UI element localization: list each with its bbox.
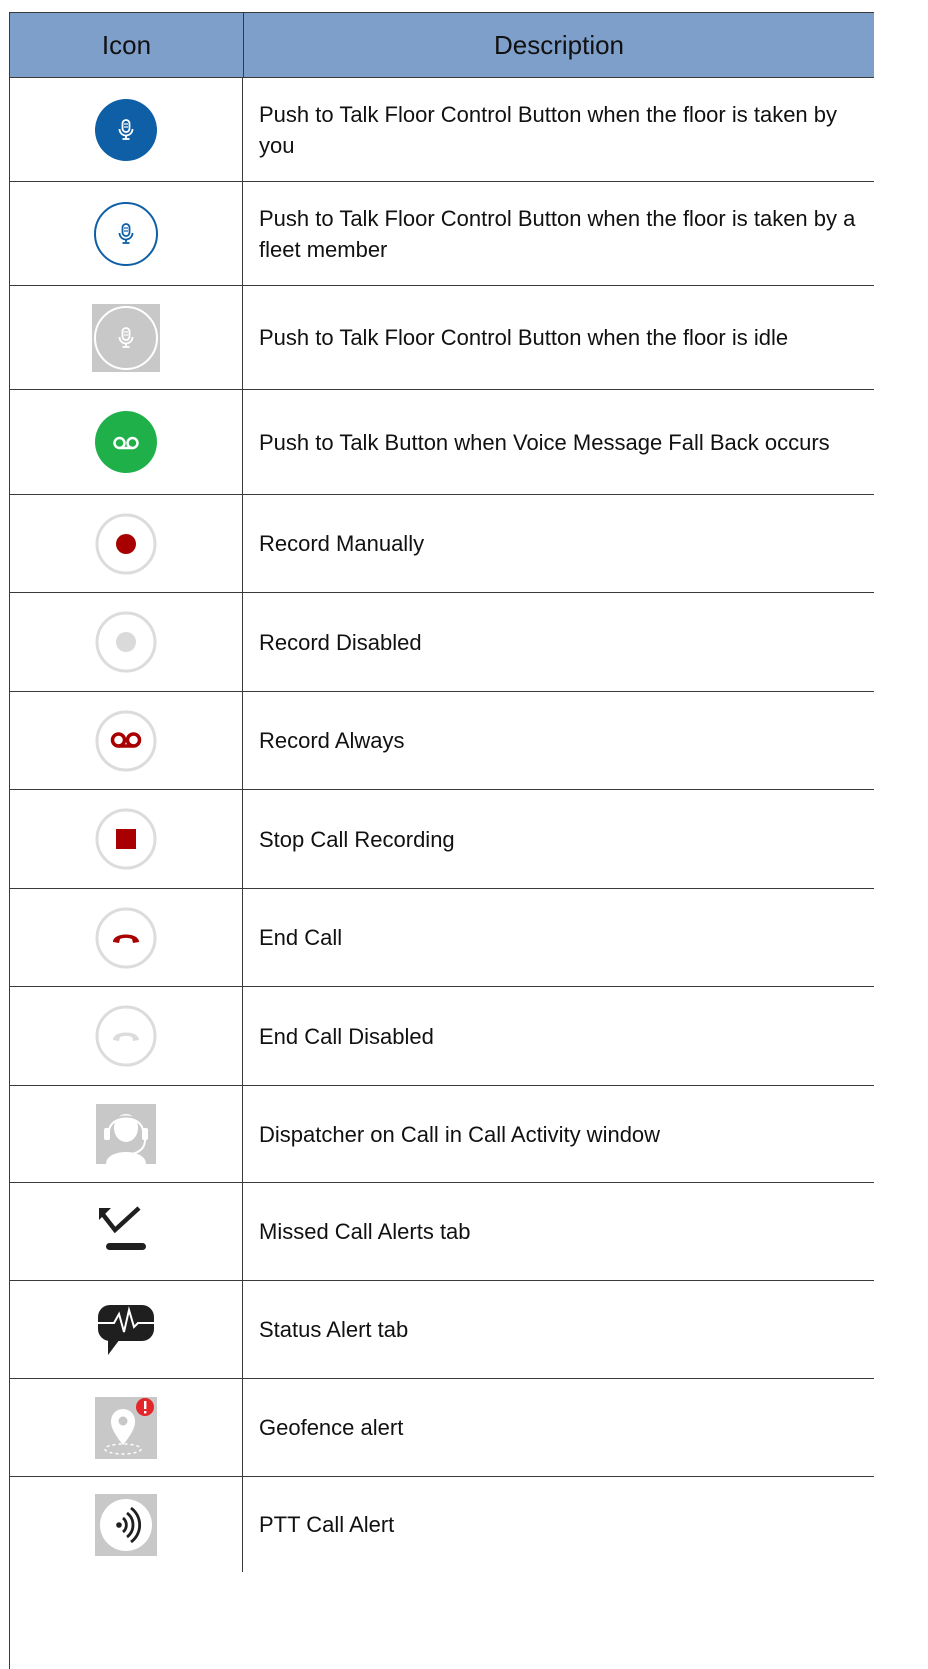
- end-call-disabled-icon: [95, 1005, 157, 1067]
- row-description: Push to Talk Floor Control Button when t…: [259, 101, 838, 158]
- ptt-call-alert-icon: [95, 1493, 157, 1556]
- table-row: Push to Talk Floor Control Button when t…: [10, 78, 874, 182]
- row-description: Record Manually: [259, 531, 425, 556]
- icon-legend-table: Icon Description Push to Talk Floor Cont…: [9, 12, 874, 1669]
- status-alert-icon: [98, 1304, 154, 1355]
- ptt-floor-taken-by-fleet-member-icon: [94, 201, 158, 266]
- record-always-icon: [95, 710, 157, 771]
- row-description: End Call: [259, 925, 343, 950]
- table-row: Push to Talk Floor Control Button when t…: [10, 182, 874, 286]
- table-row: PTT Call Alert: [10, 1477, 874, 1572]
- table-row: Dispatcher on Call in Call Activity wind…: [10, 1086, 874, 1183]
- table-row: Status Alert tab: [10, 1281, 874, 1379]
- end-call-icon: [95, 907, 157, 968]
- voice-message-fallback-icon: [95, 411, 157, 473]
- row-description: End Call Disabled: [259, 1023, 434, 1049]
- table-header: Icon Description: [10, 13, 874, 78]
- table-row: Record Manually: [10, 495, 874, 593]
- row-description: Geofence alert: [259, 1415, 404, 1440]
- stop-call-recording-icon: [95, 808, 157, 870]
- icon-column-header: Icon: [10, 13, 244, 77]
- row-description: Push to Talk Floor Control Button when t…: [259, 325, 789, 350]
- table-row: End Call: [10, 889, 874, 987]
- row-description: Record Always: [259, 728, 405, 753]
- table-row: End Call Disabled: [10, 987, 874, 1086]
- description-column-header: Description: [493, 29, 625, 60]
- row-description: Missed Call Alerts tab: [259, 1219, 471, 1244]
- table-row: Record Always: [10, 692, 874, 790]
- record-manually-icon: [95, 513, 157, 574]
- table-row: Geofence alert: [10, 1379, 874, 1477]
- row-description: Status Alert tab: [259, 1317, 409, 1342]
- row-description: Stop Call Recording: [259, 826, 455, 852]
- geofence-alert-icon: [95, 1396, 157, 1459]
- row-description: Push to Talk Floor Control Button when t…: [259, 205, 856, 262]
- table-row: Push to Talk Button when Voice Message F…: [10, 390, 874, 495]
- row-description: PTT Call Alert: [259, 1512, 395, 1537]
- record-disabled-icon: [95, 611, 157, 673]
- row-description: Push to Talk Button when Voice Message F…: [259, 429, 830, 455]
- table-row: Push to Talk Floor Control Button when t…: [10, 286, 874, 390]
- row-description: Record Disabled: [259, 629, 422, 655]
- dispatcher-headset-icon: [96, 1104, 156, 1164]
- ptt-floor-idle-icon: [92, 303, 160, 372]
- table-row: Missed Call Alerts tab: [10, 1183, 874, 1281]
- table-row: Stop Call Recording: [10, 790, 874, 889]
- table-row: Record Disabled: [10, 593, 874, 692]
- row-description: Dispatcher on Call in Call Activity wind…: [259, 1121, 661, 1147]
- ptt-floor-taken-by-you-icon: [95, 98, 157, 161]
- missed-call-alerts-icon: [99, 1205, 146, 1250]
